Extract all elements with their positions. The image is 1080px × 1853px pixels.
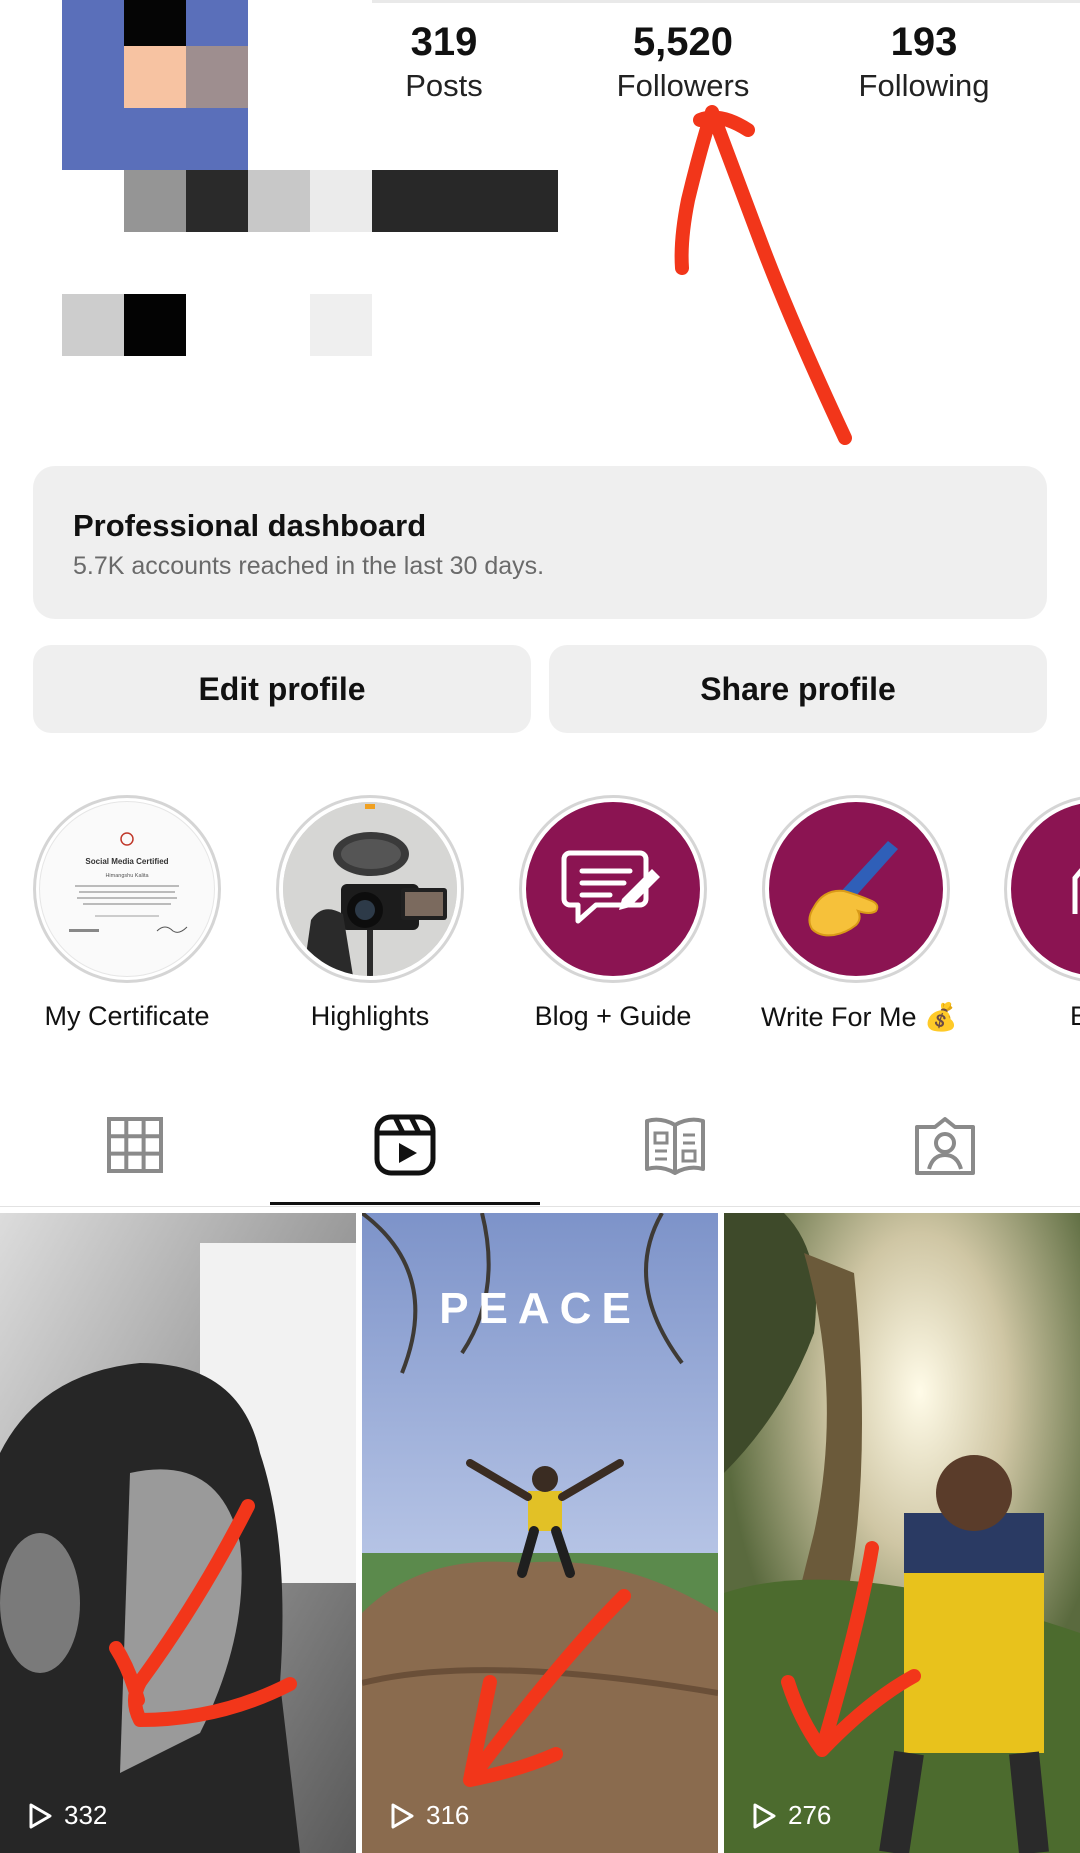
annotation-arrow-reel-1 [109, 1499, 297, 1727]
annotation-overlay [109, 105, 921, 1787]
annotation-arrow-reel-2 [463, 1589, 631, 1787]
annotation-arrow-followers [674, 105, 852, 445]
annotation-arrow-reel-3 [781, 1541, 921, 1757]
